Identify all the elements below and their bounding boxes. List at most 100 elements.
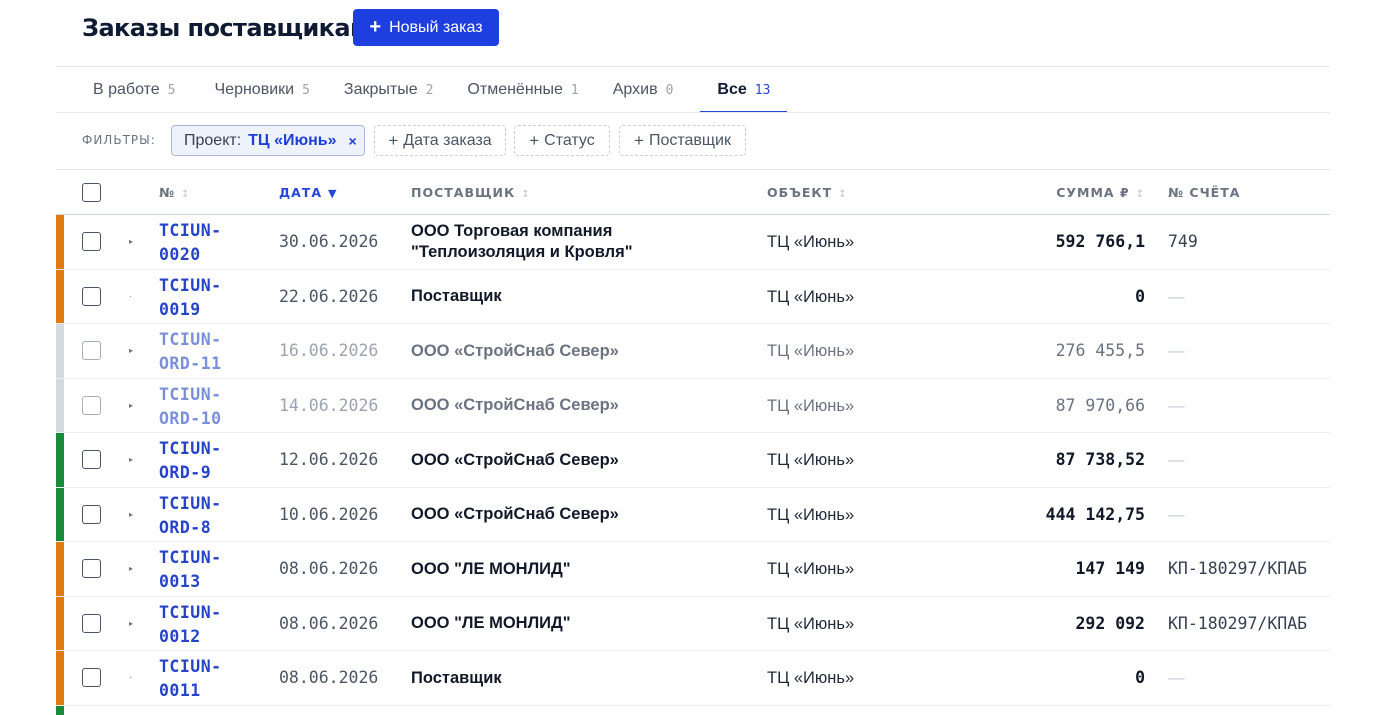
order-number-link[interactable]: TCIUN- 0020 bbox=[159, 219, 222, 267]
order-date: 12.06.2026 bbox=[279, 450, 379, 469]
expand-arrow-icon[interactable]: ▸ bbox=[129, 488, 133, 542]
new-order-button-label: Новый заказ bbox=[389, 18, 483, 36]
order-number-link[interactable]: TCIUN- ORD-11 bbox=[159, 328, 222, 376]
tab-archive[interactable]: Архив 0 bbox=[613, 67, 674, 113]
table-row[interactable]: ▸ TCIUN- ORD-8 10.06.2026 ООО «СтройСнаб Сев… bbox=[56, 487, 1330, 542]
supplier-name-text: Поставщик bbox=[411, 668, 502, 687]
order-number-suffix: 0019 bbox=[159, 299, 201, 319]
supplier-name-text: ООО «СтройСнаб Север» bbox=[411, 341, 619, 360]
tab-closed[interactable]: Закрытые 2 bbox=[344, 67, 434, 113]
supplier-name: ООО "ЛЕ МОНЛИД" bbox=[411, 597, 711, 651]
filter-chip-value: ТЦ «Июнь» bbox=[248, 131, 337, 149]
table-row[interactable]: ▸ TCIUN- ORD-10 14.06.2026 ООО «СтройСнаб Се… bbox=[56, 378, 1330, 433]
order-number-prefix: TCIUN- bbox=[159, 548, 222, 567]
dot-icon: · bbox=[129, 291, 132, 301]
add-filter-date-button[interactable]: + Дата заказа bbox=[374, 125, 506, 156]
close-icon[interactable]: × bbox=[349, 133, 357, 149]
new-order-button[interactable]: + Новый заказ bbox=[353, 9, 499, 46]
column-header-label: ОБЪЕКТ bbox=[767, 185, 833, 200]
status-indicator bbox=[56, 705, 64, 715]
object-name: ТЦ «Июнь» bbox=[767, 560, 855, 578]
table-row[interactable]: · TCIUN- 0011 08.06.2026 Поставщик ТЦ «Июнь» 0… bbox=[56, 651, 1330, 706]
row-checkbox[interactable] bbox=[82, 668, 101, 687]
order-number-link[interactable]: TCIUN- 0012 bbox=[159, 601, 222, 649]
tab-label: Закрытые bbox=[343, 81, 418, 98]
order-number-link[interactable]: TCIUN- ORD-8 bbox=[159, 492, 222, 540]
invoice-number: — bbox=[1168, 287, 1185, 306]
order-number-suffix: ORD-11 bbox=[159, 354, 222, 373]
row-checkbox[interactable] bbox=[82, 395, 101, 415]
order-number-link[interactable]: TCIUN- ORD-9 bbox=[159, 437, 222, 485]
column-header-supplier[interactable]: ПОСТАВЩИК ↕ bbox=[411, 170, 531, 215]
row-checkbox[interactable] bbox=[82, 613, 101, 633]
status-indicator bbox=[56, 433, 64, 487]
row-checkbox[interactable] bbox=[82, 450, 101, 469]
order-date: 22.06.2026 bbox=[279, 286, 379, 306]
column-header-label: № СЧЁТА bbox=[1168, 185, 1241, 200]
column-header-object[interactable]: ОБЪЕКТ ↕ bbox=[767, 170, 848, 215]
table-row[interactable]: ▸ TCIUN- ORD-11 16.06.2026 ООО «СтройСнаб Се… bbox=[56, 324, 1330, 379]
order-number-suffix: ORD-10 bbox=[159, 408, 222, 428]
order-sum: 444 142,75 bbox=[1045, 504, 1145, 524]
expand-arrow-icon[interactable]: ▸ bbox=[129, 379, 133, 433]
table-row[interactable]: · TCIUN- 0019 22.06.2026 Поставщик ТЦ «Июнь» 0… bbox=[56, 269, 1330, 324]
column-header-num[interactable]: № ↕ bbox=[159, 170, 190, 215]
filter-chip-project[interactable]: Проект: ТЦ «Июнь» × bbox=[171, 125, 365, 156]
order-sum: 0 bbox=[1135, 668, 1145, 687]
object-name: ТЦ «Июнь» bbox=[767, 451, 855, 469]
supplier-name-text: Поставщик bbox=[411, 287, 502, 305]
object-name: ТЦ «Июнь» bbox=[767, 287, 855, 306]
sort-icon: ↕ bbox=[838, 189, 848, 200]
order-sum: 87 738,52 bbox=[1055, 450, 1145, 469]
order-date: 16.06.2026 bbox=[279, 341, 379, 360]
order-date: 08.06.2026 bbox=[279, 613, 379, 633]
row-checkbox[interactable] bbox=[82, 504, 101, 524]
tab-cancelled[interactable]: Отменённые 1 bbox=[467, 67, 578, 113]
row-checkbox[interactable] bbox=[82, 286, 101, 306]
select-all-checkbox[interactable] bbox=[82, 183, 101, 202]
invoice-number: — bbox=[1168, 451, 1185, 469]
status-indicator bbox=[56, 487, 64, 541]
order-number-link[interactable]: TCIUN- ORD-10 bbox=[159, 383, 222, 431]
supplier-name: Поставщик bbox=[411, 270, 711, 324]
dot-icon: · bbox=[129, 673, 132, 682]
add-filter-supplier-button[interactable]: + Поставщик bbox=[619, 125, 746, 156]
status-indicator bbox=[56, 324, 64, 378]
table-row[interactable]: ▸ TCIUN- ORD-9 12.06.2026 ООО «СтройСнаб Сев… bbox=[56, 433, 1330, 488]
order-number-prefix: TCIUN- bbox=[159, 275, 222, 295]
column-header-sum[interactable]: СУММА ₽ ↕ bbox=[1056, 170, 1145, 215]
order-number-prefix: TCIUN- bbox=[159, 602, 222, 622]
supplier-name-text: ООО Торговая компания "Теплоизоляция и К… bbox=[411, 222, 633, 261]
table-row[interactable]: ▸ TCIUN- 0013 08.06.2026 ООО "ЛЕ МОНЛИД" ТЦ «… bbox=[56, 542, 1330, 597]
order-number-link[interactable]: TCIUN- 0019 bbox=[159, 274, 222, 322]
expand-arrow-icon[interactable]: ▸ bbox=[129, 215, 133, 269]
order-number-link[interactable]: TCIUN- 0011 bbox=[159, 655, 222, 703]
tab-all[interactable]: Все 13 bbox=[700, 67, 788, 113]
column-header-date[interactable]: ДАТА ▼ bbox=[279, 170, 337, 215]
expand-arrow-icon[interactable]: ▸ bbox=[129, 433, 133, 487]
table-row[interactable]: ▸ TCIUN- 0012 08.06.2026 ООО "ЛЕ МОНЛИД" ТЦ «… bbox=[56, 596, 1330, 651]
order-number-link[interactable]: TCIUN- 0013 bbox=[159, 546, 222, 594]
tab-in-work[interactable]: В работе 5 bbox=[93, 67, 176, 113]
expand-arrow-icon[interactable]: ▸ bbox=[129, 542, 133, 596]
order-number-suffix: ORD-9 bbox=[159, 463, 212, 482]
tab-drafts[interactable]: Черновики 5 bbox=[215, 67, 310, 113]
table-row[interactable]: ▸ TCIUN- 0020 30.06.2026 ООО Торговая компан… bbox=[56, 215, 1330, 270]
supplier-name-text: ООО "ЛЕ МОНЛИД" bbox=[411, 559, 571, 578]
tab-label: Черновики bbox=[214, 81, 295, 98]
row-checkbox[interactable] bbox=[82, 341, 101, 360]
expand-arrow-icon[interactable]: ▸ bbox=[129, 324, 133, 378]
add-filter-label: Статус bbox=[544, 131, 595, 149]
add-filter-status-button[interactable]: + Статус bbox=[514, 125, 610, 156]
page-title: Заказы поставщикам bbox=[82, 13, 370, 42]
filters-bar: ФИЛЬТРЫ: Проект: ТЦ «Июнь» × + Дата заказ… bbox=[82, 125, 1282, 156]
row-checkbox[interactable] bbox=[82, 232, 101, 251]
expand-arrow-icon[interactable]: ▸ bbox=[129, 597, 133, 651]
tab-count: 5 bbox=[302, 82, 310, 98]
order-sum: 87 970,66 bbox=[1055, 395, 1145, 415]
column-header-label: № bbox=[159, 185, 176, 200]
status-tabs: В работе 5 Черновики 5 Закрытые 2 Отменённы… bbox=[56, 67, 788, 113]
row-checkbox[interactable] bbox=[82, 559, 101, 578]
column-header-invoice[interactable]: № СЧЁТА bbox=[1168, 170, 1240, 215]
status-indicator bbox=[56, 269, 64, 323]
